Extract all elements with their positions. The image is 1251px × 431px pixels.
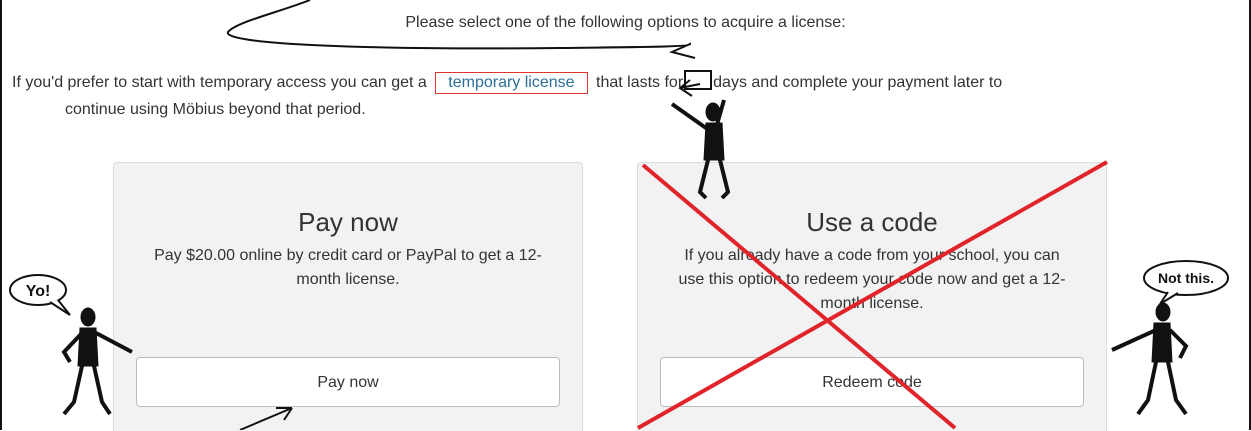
intro-text: Please select one of the following optio… [405, 14, 846, 31]
pay-now-title: Pay now [298, 207, 398, 237]
pay-now-card: Pay now Pay $20.00 online by credit card… [113, 162, 583, 431]
redeem-code-button[interactable]: Redeem code [660, 357, 1084, 407]
temporary-text-after: days and complete your payment later to [713, 74, 1003, 91]
temporary-text-middle: that lasts for [596, 74, 684, 91]
temporary-license-paragraph: If you'd prefer to start with temporary … [12, 69, 1240, 123]
temporary-text-line2: continue using Möbius beyond that period… [65, 101, 366, 118]
use-code-card: Use a code If you already have a code fr… [637, 162, 1107, 431]
pay-now-button[interactable]: Pay now [136, 357, 560, 407]
temporary-text-before: If you'd prefer to start with temporary … [12, 74, 427, 91]
use-code-title: Use a code [806, 207, 938, 237]
pay-now-description: Pay $20.00 online by credit card or PayP… [154, 247, 542, 288]
temporary-license-link[interactable]: temporary license [435, 72, 588, 94]
days-value-box [684, 70, 713, 90]
use-code-description: If you already have a code from your sch… [678, 247, 1066, 312]
